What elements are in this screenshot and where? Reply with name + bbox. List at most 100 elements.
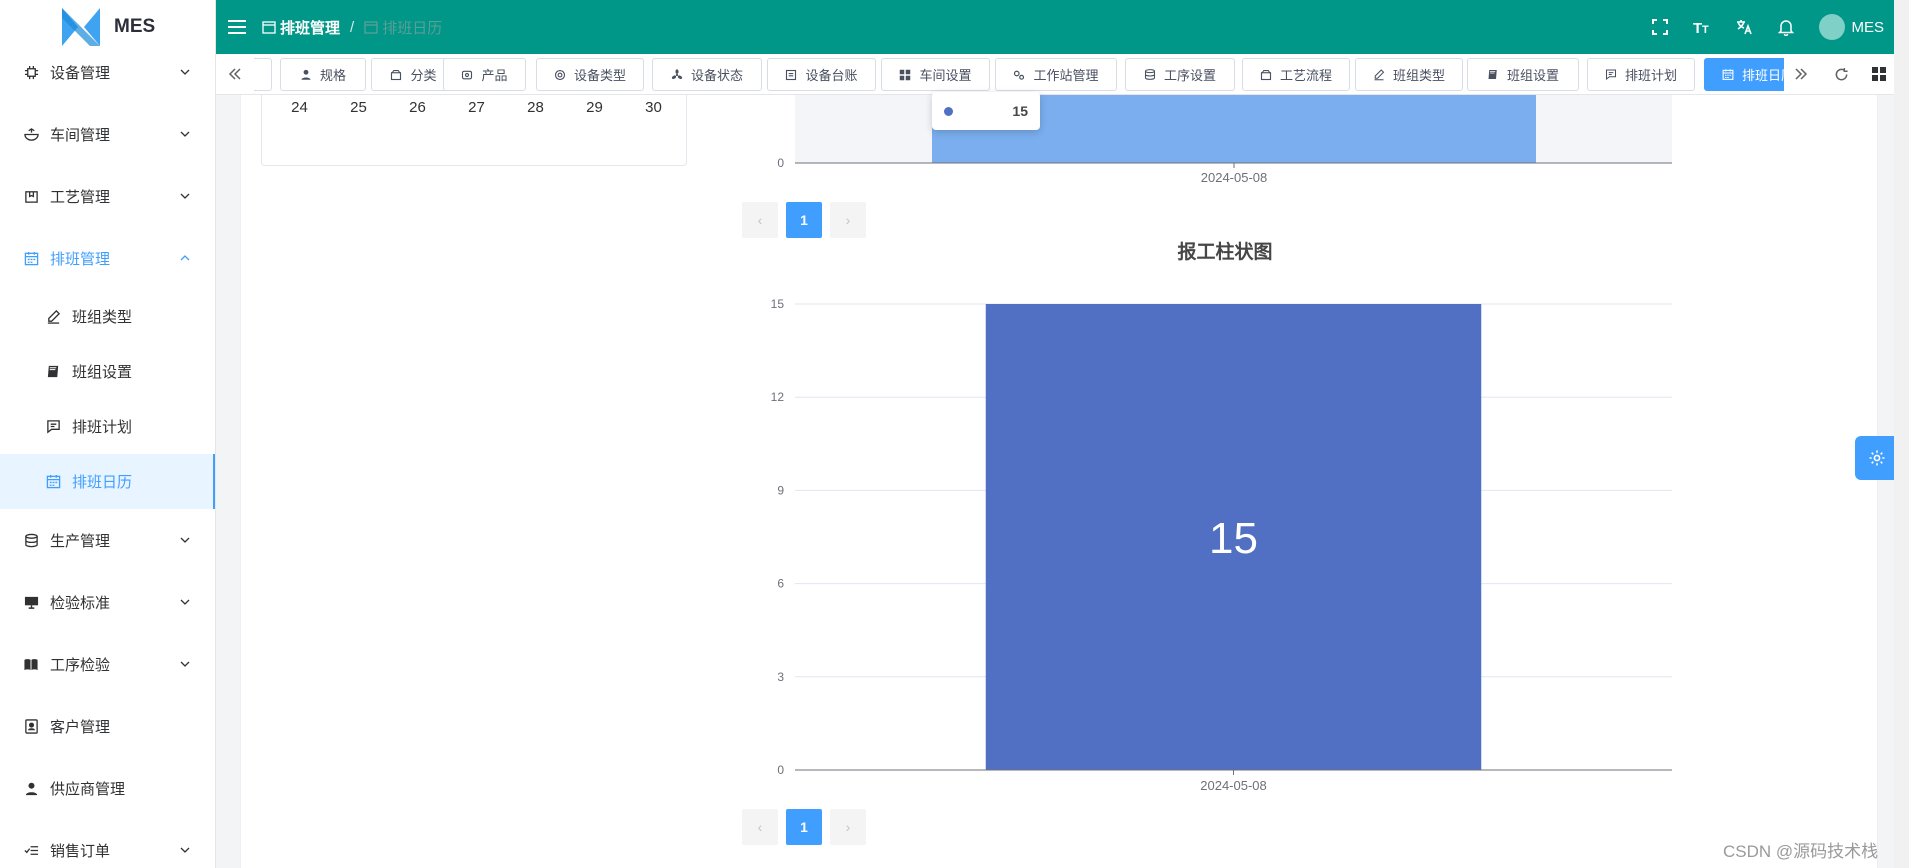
next-page-button[interactable]: › <box>830 202 866 238</box>
breadcrumb-current: 排班日历 <box>382 19 443 37</box>
tag-label: 班组设置 <box>1506 68 1559 83</box>
calendar-day[interactable]: 29 <box>565 99 624 116</box>
avatar[interactable] <box>1819 14 1846 40</box>
grid-icon <box>899 69 911 81</box>
prev-page-button[interactable]: ‹ <box>742 809 778 845</box>
tag-label: 工艺流程 <box>1279 68 1332 83</box>
calendar-icon <box>44 473 62 491</box>
calendar-day[interactable]: 30 <box>624 99 683 116</box>
sidebar-item-label: 设备管理 <box>50 64 111 82</box>
sidebar-subitem[interactable]: 班组设置 <box>0 344 215 399</box>
y-tick-label: 15 <box>771 297 785 311</box>
hamburger-icon[interactable] <box>228 20 246 34</box>
calendar-icon <box>22 249 40 267</box>
x-axis: 2024-05-08 <box>795 769 1672 793</box>
sidebar-item[interactable]: 工艺管理 <box>0 165 215 227</box>
chevron-down-icon <box>178 533 192 547</box>
translate-icon[interactable] <box>1733 16 1755 38</box>
tags-view: 规格 分类 产品 设备类型 设备状态 设备台账 车间设置 工作站管理 工序设置 工艺流程 班组类型 班… <box>216 54 1894 95</box>
calendar-day[interactable]: 26 <box>388 99 447 116</box>
sidebar-subitem[interactable]: 排班计划 <box>0 399 215 454</box>
calendar-day[interactable]: 28 <box>506 99 565 116</box>
message-icon <box>44 418 62 436</box>
sidebar-item[interactable]: 排班管理 <box>0 227 215 289</box>
tooltip-value: 15 <box>1012 103 1028 119</box>
chevron-down-icon <box>178 843 192 857</box>
calendar-day[interactable]: 24 <box>270 99 329 116</box>
y-tick-label: 9 <box>777 483 784 497</box>
user-name[interactable]: MES <box>1851 19 1884 36</box>
edit-icon <box>44 308 62 326</box>
font-size-icon[interactable]: TT <box>1691 16 1713 38</box>
pagination-top: ‹ 1 › <box>742 202 874 238</box>
tag-item[interactable]: 设备台账 <box>767 58 876 91</box>
tag-item[interactable]: 产品 <box>443 58 526 91</box>
sidebar-item[interactable]: 销售订单 <box>0 819 215 868</box>
breadcrumb-separator: / <box>350 18 355 36</box>
tag-label: 车间设置 <box>919 68 972 83</box>
tag-item[interactable]: 班组类型 <box>1355 58 1463 91</box>
prev-page-button[interactable]: ‹ <box>742 202 778 238</box>
bell-icon[interactable] <box>1775 16 1797 38</box>
chart-title: 报工柱状图 <box>1177 240 1272 263</box>
tag-label: 设备台账 <box>805 68 858 83</box>
chart-tooltip: 15 <box>932 92 1040 130</box>
x-tick-label: 2024-05-08 <box>1201 170 1268 185</box>
layout-grid-icon[interactable] <box>1864 54 1894 94</box>
breadcrumb-item[interactable]: 排班管理 <box>280 17 340 38</box>
logo[interactable]: MES <box>0 0 215 54</box>
scroll-left-icon[interactable] <box>220 54 250 94</box>
sidebar-item[interactable]: 检验标准 <box>0 571 215 633</box>
tag-item[interactable]: 工序设置 <box>1125 58 1235 91</box>
top-header: 排班管理 / 排班日历 TT MES <box>216 0 1894 54</box>
user-icon <box>22 779 40 797</box>
tag-item[interactable]: 车间设置 <box>881 58 990 91</box>
tag-label: 班组类型 <box>1392 68 1445 83</box>
tag-item[interactable]: 规格 <box>280 58 366 91</box>
database-icon <box>22 531 40 549</box>
sidebar-subitem[interactable]: 排班日历 <box>0 454 215 509</box>
tag-item[interactable]: 设备状态 <box>652 58 762 91</box>
chevron-down-icon <box>178 189 192 203</box>
tag-label: 排班日历 <box>1741 68 1784 83</box>
page-number-button[interactable]: 1 <box>786 809 822 845</box>
page-scrollbar[interactable] <box>1894 0 1909 868</box>
tag-hidden[interactable] <box>254 58 272 91</box>
tag-label: 工作站管理 <box>1033 68 1099 83</box>
calendar-day[interactable]: 25 <box>329 99 388 116</box>
tag-item[interactable]: 设备类型 <box>536 58 644 91</box>
calendar-day[interactable]: 27 <box>447 99 506 116</box>
box-icon <box>1260 69 1272 81</box>
sidebar-item[interactable]: 供应商管理 <box>0 757 215 819</box>
settings-fab-button[interactable] <box>1855 436 1899 480</box>
gear-icon <box>554 69 566 81</box>
next-page-button[interactable]: › <box>830 809 866 845</box>
tag-item[interactable]: 班组设置 <box>1467 58 1579 91</box>
product-icon <box>461 69 473 81</box>
sidebar-subitem-label: 排班日历 <box>72 474 133 491</box>
page-number-button[interactable]: 1 <box>786 202 822 238</box>
tag-label: 设备类型 <box>573 68 626 83</box>
tag-item[interactable]: 排班计划 <box>1587 58 1695 91</box>
y-axis-ticks: 0 3 6 9 12 15 <box>771 297 785 777</box>
sidebar-item[interactable]: 车间管理 <box>0 103 215 165</box>
open-book-icon <box>22 655 40 673</box>
tag-item[interactable]: 工作站管理 <box>995 58 1117 91</box>
scroll-right-icon[interactable] <box>1786 54 1816 94</box>
refresh-icon[interactable] <box>1826 54 1856 94</box>
tag-item[interactable]: 工艺流程 <box>1242 58 1350 91</box>
y-tick-label: 12 <box>771 390 785 404</box>
gear-icon <box>1869 450 1885 466</box>
sidebar-item[interactable]: 工序检验 <box>0 633 215 695</box>
sidebar-item[interactable]: 客户管理 <box>0 695 215 757</box>
contact-card-icon <box>22 717 40 735</box>
tag-item[interactable]: 排班日历 <box>1704 58 1784 91</box>
logo-icon <box>60 6 102 48</box>
sidebar-item[interactable]: 生产管理 <box>0 509 215 571</box>
sidebar-subitem[interactable]: 班组类型 <box>0 289 215 344</box>
edit-icon <box>1373 69 1385 81</box>
tag-label: 分类 <box>410 68 437 83</box>
watermark: CSDN @源码技术栈 <box>1723 842 1879 861</box>
sidebar-subitem-label: 班组类型 <box>72 309 133 326</box>
fullscreen-icon[interactable] <box>1649 16 1671 38</box>
